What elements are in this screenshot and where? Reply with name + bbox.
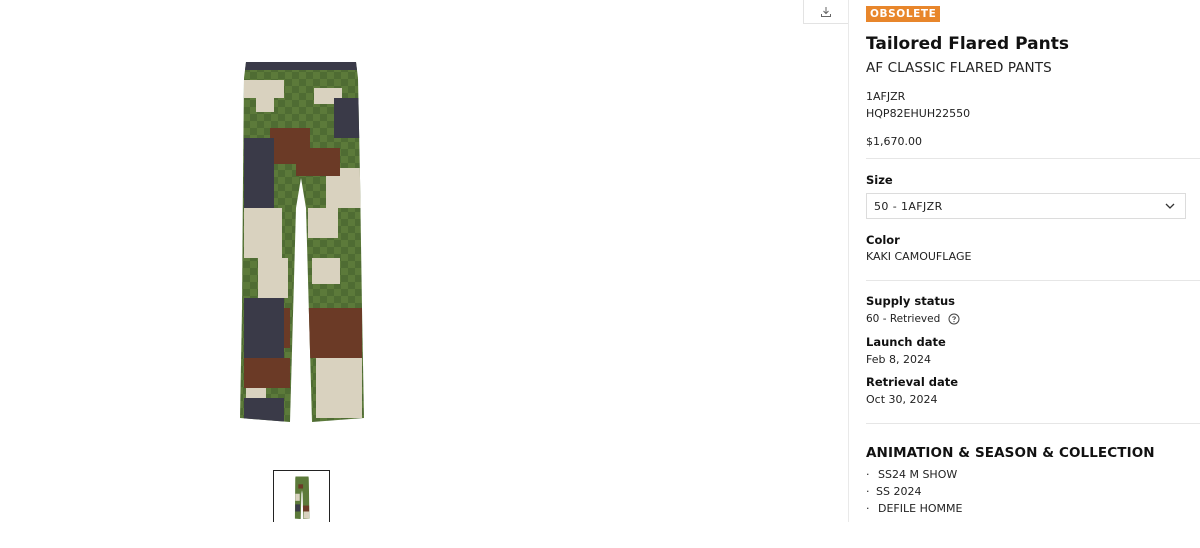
divider: [866, 423, 1200, 424]
chevron-down-icon: [1165, 203, 1175, 209]
product-sku: HQP82EHUH22550: [866, 107, 971, 120]
collection-list: · SS24 M SHOW · SS 2024 · DEFILE HOMME: [866, 468, 962, 519]
launch-date-value: Feb 8, 2024: [866, 353, 931, 366]
product-ref-code: 1AFJZR: [866, 90, 906, 103]
supply-status-row: 60 - Retrieved: [866, 312, 960, 325]
product-image: [240, 62, 364, 422]
bullet: ·: [866, 502, 870, 515]
product-price: $1,670.00: [866, 135, 922, 148]
thumbnail-selected[interactable]: [273, 470, 330, 522]
download-button[interactable]: [803, 0, 849, 24]
divider: [866, 280, 1200, 281]
supply-status-value: 60 - Retrieved: [866, 313, 941, 325]
supply-status-label: Supply status: [866, 294, 956, 308]
size-selected-value: 50 - 1AFJZR: [874, 199, 943, 213]
color-value: KAKI CAMOUFLAGE: [866, 250, 972, 263]
retrieval-date-value: Oct 30, 2024: [866, 393, 938, 406]
size-label: Size: [866, 173, 893, 187]
launch-date-label: Launch date: [866, 335, 946, 349]
collection-item-label: SS 2024: [876, 485, 922, 498]
product-subtitle: AF CLASSIC FLARED PANTS: [866, 60, 1052, 76]
list-item: · DEFILE HOMME: [866, 502, 962, 519]
retrieval-date-label: Retrieval date: [866, 375, 959, 389]
collection-item-label: DEFILE HOMME: [878, 502, 963, 515]
size-select[interactable]: 50 - 1AFJZR: [866, 193, 1186, 219]
list-item: · SS24 M SHOW: [866, 468, 962, 485]
bullet: ·: [866, 468, 870, 481]
image-gallery: [0, 0, 848, 548]
thumbnail-image: [294, 476, 309, 520]
divider: [866, 158, 1200, 159]
download-icon: [821, 6, 831, 17]
collection-item-label: SS24 M SHOW: [878, 468, 958, 481]
product-title: Tailored Flared Pants: [866, 34, 1069, 54]
pane-divider: [848, 0, 849, 522]
status-badge: OBSOLETE: [866, 6, 941, 22]
help-icon[interactable]: [948, 313, 960, 325]
list-item: · SS 2024: [866, 485, 962, 502]
collection-title: ANIMATION & SEASON & COLLECTION: [866, 445, 1155, 461]
bullet: ·: [866, 485, 870, 498]
color-label: Color: [866, 233, 900, 247]
